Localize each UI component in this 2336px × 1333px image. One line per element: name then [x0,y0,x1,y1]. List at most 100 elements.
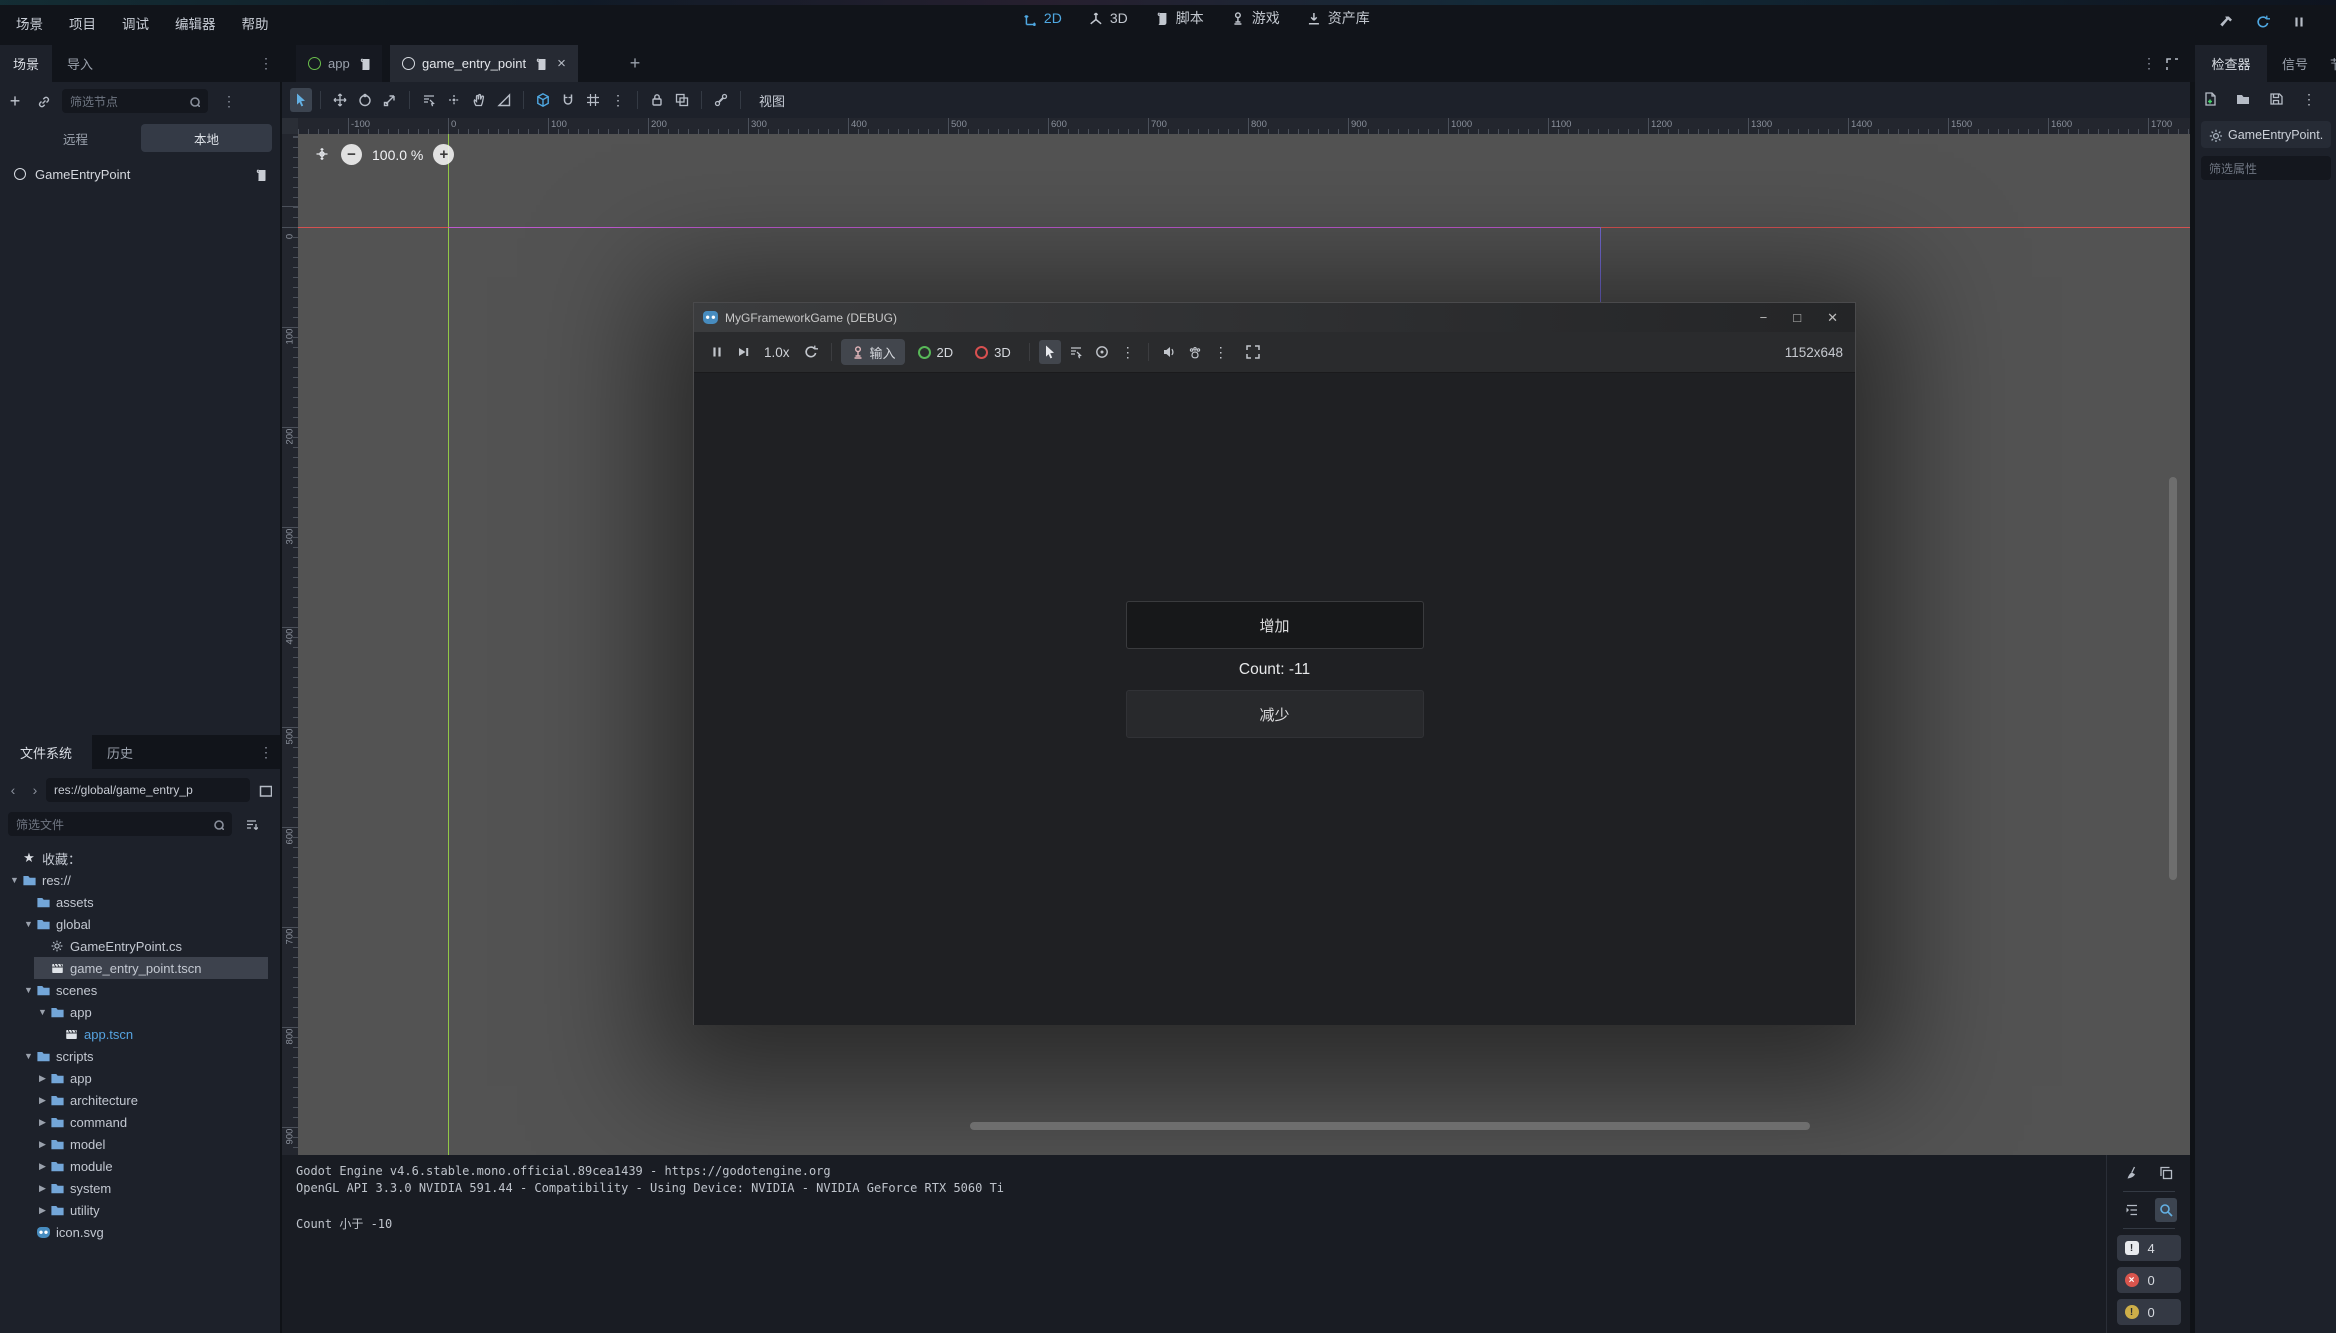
ruler-tool[interactable] [493,88,515,112]
collapse-duplicates-icon[interactable] [2121,1198,2143,1222]
distraction-free-icon[interactable] [2160,51,2182,75]
input-mode-button[interactable]: 输入 [841,339,905,365]
pan-tool[interactable] [468,88,490,112]
build-hammer-icon[interactable] [2216,10,2238,34]
tree-expand-icon[interactable]: ▶ [36,1205,49,1216]
reset-speed-icon[interactable] [800,340,822,364]
dock-tab-scene[interactable]: 场景 [0,45,52,82]
center-view-icon[interactable] [314,146,331,163]
inspected-node-pill[interactable]: GameEntryPoint. [2201,121,2331,148]
zoom-level[interactable]: 100.0 % [372,147,423,163]
tree-expand-icon[interactable]: ▶ [36,1117,49,1128]
sort-files-icon[interactable] [240,812,262,836]
suspend-icon[interactable] [706,340,728,364]
tree-expand-icon[interactable]: ▶ [36,1161,49,1172]
canvas-vscrollbar[interactable] [2169,477,2177,880]
file-tree-row[interactable]: ▼res:// [0,869,280,891]
reload-project-icon[interactable] [2252,10,2274,34]
tree-expand-icon[interactable]: ▶ [36,1073,49,1084]
instance-scene-icon[interactable] [32,89,54,113]
file-tree-row[interactable]: game_entry_point.tscn [0,957,280,979]
game-window-titlebar[interactable]: MyGFrameworkGame (DEBUG) − □ ✕ [694,303,1855,332]
tree-collapse-icon[interactable]: ▼ [36,1007,49,1017]
tree-expand-icon[interactable]: ▶ [36,1183,49,1194]
filter-files-input[interactable]: 筛选文件 [8,812,232,836]
file-tree-row[interactable]: ▶utility [0,1199,280,1221]
grid-toggle[interactable] [582,88,604,112]
decrease-button[interactable]: 减少 [1126,690,1424,738]
scene-dock-menu-icon[interactable]: ⋮ [218,89,240,113]
file-tree-row[interactable]: ▶system [0,1177,280,1199]
menu-item[interactable]: 调试 [114,9,157,37]
workspace-3d[interactable]: 3D [1088,10,1128,26]
clear-output-icon[interactable] [2121,1161,2143,1185]
tree-expand-icon[interactable]: ▶ [36,1139,49,1150]
search-output-icon[interactable] [2155,1198,2177,1222]
remote-button[interactable]: 远程 [10,124,141,152]
smart-snap-toggle[interactable] [532,88,554,112]
canvas-viewport[interactable]: − 100.0 % + MyGFrameworkGame (DEBUG) − □… [298,134,2190,1155]
load-resource-icon[interactable] [2232,87,2254,111]
snap-options-menu-icon[interactable]: ⋮ [607,88,629,112]
zoom-in-button[interactable]: + [433,144,454,165]
errors-badge[interactable]: × 0 [2117,1267,2181,1293]
workspace-2d[interactable]: 2D [1022,10,1062,26]
file-tree-row[interactable]: ▶command [0,1111,280,1133]
inspector-menu-icon[interactable]: ⋮ [2298,87,2320,111]
warnings-badge[interactable]: ! 0 [2117,1299,2181,1325]
workspace-assetlib[interactable]: 资产库 [1306,8,1370,28]
debug-options-menu-icon[interactable]: ⋮ [1210,340,1232,364]
scene-tab-app[interactable]: app [296,45,382,82]
menu-item[interactable]: 项目 [61,9,104,37]
mode-3d-button[interactable]: 3D [966,339,1020,365]
rotate-tool[interactable] [354,88,376,112]
file-tree-row[interactable]: ▼app [0,1001,280,1023]
workspace-game[interactable]: 游戏 [1230,8,1280,28]
scene-tree-root-row[interactable]: GameEntryPoint [0,162,280,186]
file-tree-row[interactable]: icon.svg [0,1221,280,1243]
copy-output-icon[interactable] [2155,1161,2177,1185]
tree-collapse-icon[interactable]: ▼ [22,919,35,929]
add-node-button[interactable]: + [4,89,26,113]
select-tool[interactable] [290,88,312,112]
file-tree-row[interactable]: ▼global [0,913,280,935]
skeleton-options-icon[interactable] [710,88,732,112]
save-resource-icon[interactable] [2265,87,2287,111]
close-tab-icon[interactable]: × [557,55,566,72]
dock-tabs-menu-icon[interactable]: ⋮ [255,51,277,75]
menu-item[interactable]: 编辑器 [167,9,224,37]
grid-snap-toggle[interactable] [557,88,579,112]
forward-icon[interactable]: › [24,778,46,802]
scale-tool[interactable] [379,88,401,112]
tree-collapse-icon[interactable]: ▼ [22,1051,35,1061]
tab-history[interactable]: 历史 [92,735,148,769]
new-resource-icon[interactable] [2199,87,2221,111]
next-frame-icon[interactable] [732,340,754,364]
speed-label[interactable]: 1.0x [758,345,796,360]
messages-badge[interactable]: ! 4 [2117,1235,2181,1261]
split-mode-icon[interactable] [254,778,276,802]
embed-fullscreen-icon[interactable] [1242,340,1264,364]
file-tree-row[interactable]: ▶model [0,1133,280,1155]
file-tree-row[interactable]: ▼scenes [0,979,280,1001]
file-tree-row[interactable]: ▶module [0,1155,280,1177]
increase-button[interactable]: 增加 [1126,601,1424,649]
filter-properties-input[interactable]: 筛选属性 [2201,156,2331,180]
minimize-icon[interactable]: − [1760,310,1768,326]
back-icon[interactable]: ‹ [2,778,24,802]
script-icon[interactable] [253,168,266,181]
game-select-cursor-icon[interactable] [1039,340,1061,364]
scene-tab-game-entry-point[interactable]: game_entry_point × [390,45,578,82]
audio-mute-icon[interactable] [1158,340,1180,364]
move-tool[interactable] [329,88,351,112]
tab-filesystem[interactable]: 文件系统 [0,735,92,769]
canvas-hscrollbar[interactable] [970,1122,1810,1130]
path-field[interactable]: res://global/game_entry_p [46,778,250,802]
file-tree-row[interactable]: ▼scripts [0,1045,280,1067]
menu-item[interactable]: 帮助 [234,9,277,37]
tab-node[interactable]: 节点 [2323,45,2336,82]
file-tree-row[interactable]: assets [0,891,280,913]
workspace-script[interactable]: 脚本 [1154,8,1204,28]
file-tree-row[interactable]: ▶app [0,1067,280,1089]
tree-expand-icon[interactable]: ▶ [36,1095,49,1106]
